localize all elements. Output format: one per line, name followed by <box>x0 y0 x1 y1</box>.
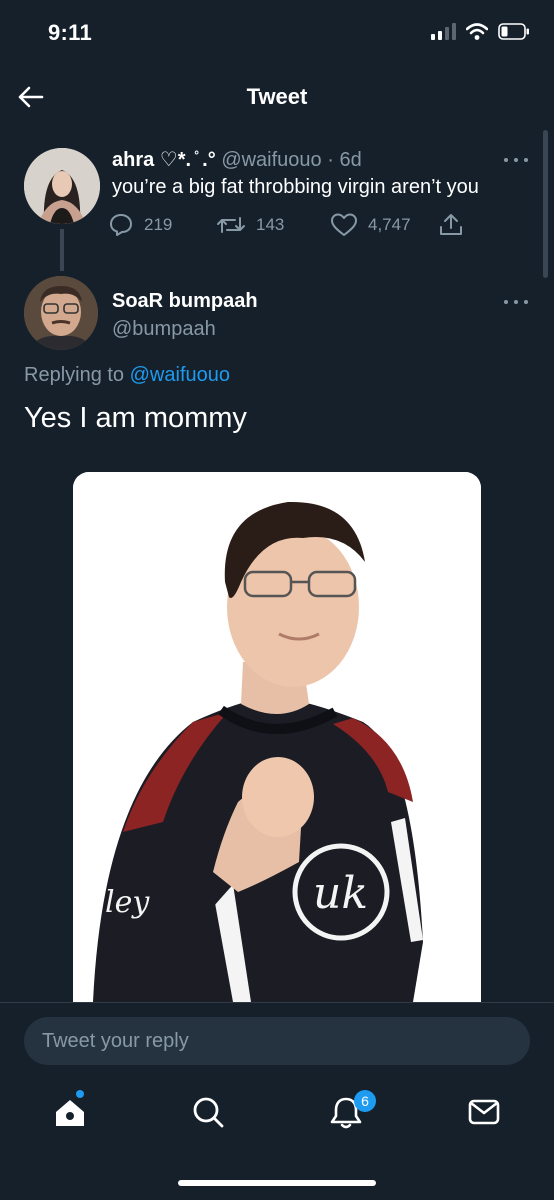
handle[interactable]: @waifuouo <box>221 149 321 171</box>
tweet-text: Yes I am mommy <box>24 402 247 434</box>
avatar-image <box>24 276 98 350</box>
retweet-count: 143 <box>256 215 285 234</box>
reply-input[interactable] <box>24 1017 530 1065</box>
reply-count: 219 <box>144 215 173 234</box>
retweet-icon <box>217 217 245 233</box>
status-time: 9:11 <box>48 20 93 45</box>
share-icon <box>440 214 462 235</box>
avatar-image <box>24 148 100 224</box>
more-options-button[interactable] <box>504 156 528 164</box>
handle[interactable]: @bumpaah <box>112 318 216 341</box>
header: Tweet <box>0 66 554 128</box>
nav-search[interactable] <box>188 1092 228 1132</box>
nav-home[interactable] <box>50 1092 90 1132</box>
wifi-icon <box>466 22 488 40</box>
tweet-actions: 219 143 4,747 <box>108 212 488 242</box>
retweet-button[interactable]: 143 <box>216 212 284 238</box>
nav-messages[interactable] <box>464 1092 504 1132</box>
thread-connector <box>60 229 64 271</box>
avatar[interactable] <box>24 276 98 350</box>
display-name[interactable]: ahra ♡*. ̊ .° <box>112 149 216 171</box>
reply-bar <box>0 1002 554 1077</box>
search-icon <box>193 1097 224 1128</box>
messages-icon <box>468 1099 500 1125</box>
replying-to-link[interactable]: @waifuouo <box>130 364 230 386</box>
time-separator: · <box>327 149 334 171</box>
reply-button[interactable]: 219 <box>108 212 172 238</box>
replying-to-line: Replying to @waifuouo <box>24 364 230 387</box>
home-unread-dot <box>76 1090 84 1098</box>
replying-prefix: Replying to <box>24 364 130 386</box>
more-options-button[interactable] <box>504 298 528 306</box>
share-button[interactable] <box>438 212 464 238</box>
svg-text:ley: ley <box>105 885 150 920</box>
home-indicator <box>178 1180 376 1186</box>
like-button[interactable]: 4,747 <box>330 212 411 238</box>
display-name[interactable]: SoaR bumpaah <box>112 290 258 313</box>
like-count: 4,747 <box>368 215 411 234</box>
status-bar: 9:11 <box>0 0 554 66</box>
parent-tweet[interactable]: ahra ♡*. ̊ .° @waifuouo · 6d you’re a bi… <box>0 140 554 271</box>
tweet-time[interactable]: 6d <box>339 149 361 171</box>
photo: uk ley <box>73 472 481 1002</box>
notification-badge: 6 <box>354 1090 376 1112</box>
svg-text:uk: uk <box>313 868 368 919</box>
reply-icon <box>110 214 132 236</box>
heart-icon <box>331 213 357 236</box>
tweet-author-line: ahra ♡*. ̊ .° @waifuouo · 6d <box>112 147 362 172</box>
tweet-text: you’re a big fat throbbing virgin aren’t… <box>112 176 479 198</box>
avatar[interactable] <box>24 148 100 224</box>
page-title: Tweet <box>246 84 308 109</box>
tweet-media[interactable]: uk ley <box>73 472 481 1002</box>
status-icons <box>431 22 530 40</box>
battery-icon <box>498 22 529 40</box>
home-icon <box>56 1100 84 1126</box>
cellular-signal-icon <box>431 22 456 40</box>
